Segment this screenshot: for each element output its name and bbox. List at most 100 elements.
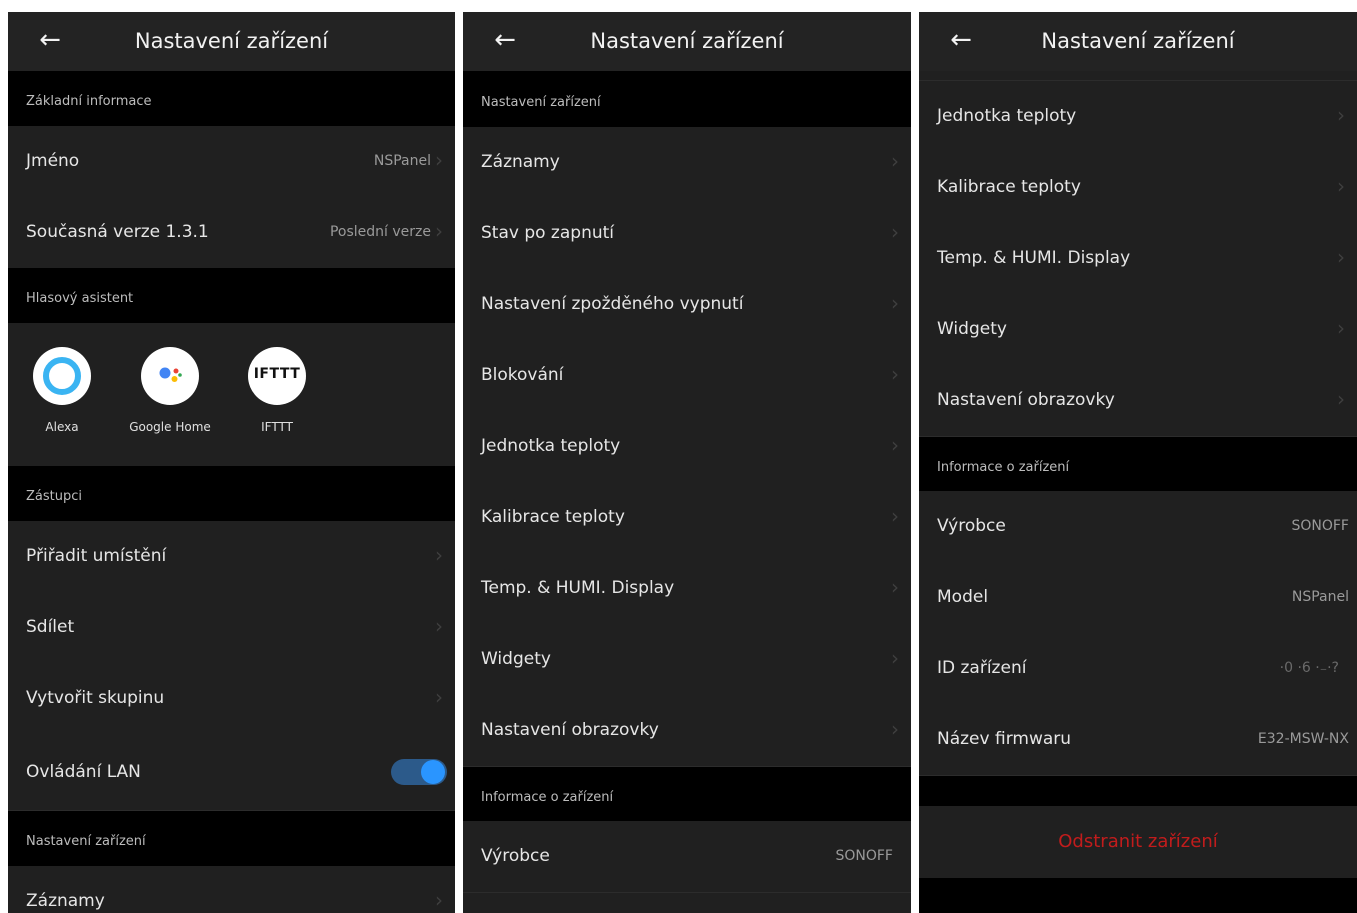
device-id-value: ·0 ·6 ·₋·? — [1279, 660, 1339, 676]
settings-item-label: Nastavení obrazovky — [937, 390, 1115, 410]
lan-control-toggle[interactable] — [391, 759, 447, 785]
delete-device-label: Odstranit zařízení — [1058, 831, 1218, 852]
assistant-name: IFTTT — [261, 420, 293, 434]
chevron-right-icon: › — [1337, 245, 1345, 269]
row-share[interactable]: Sdílet › — [8, 592, 455, 664]
section-title: Nastavení zařízení — [26, 834, 146, 849]
settings-item-label: Jednotka teploty — [481, 436, 621, 456]
row-records[interactable]: Záznamy › — [8, 866, 455, 913]
chevron-right-icon: › — [435, 888, 443, 912]
alexa-icon — [33, 347, 91, 405]
row-temperature-calibration[interactable]: Kalibrace teploty › — [463, 482, 911, 554]
name-value: NSPanel — [373, 153, 431, 169]
settings-item-label: Nastavení obrazovky — [481, 720, 659, 740]
info-label: Název firmwaru — [937, 729, 1072, 749]
settings-item-label: Kalibrace teploty — [481, 507, 625, 527]
settings-item-label: Záznamy — [481, 152, 560, 172]
row-widgets[interactable]: Widgety › — [463, 624, 911, 696]
info-label: Výrobce — [937, 516, 1006, 536]
app-bar: ← Nastavení zařízení — [463, 12, 911, 71]
info-value: SONOFF — [1291, 518, 1349, 534]
chevron-right-icon: › — [891, 646, 899, 670]
chevron-right-icon: › — [891, 149, 899, 173]
settings-item-label: Widgety — [481, 649, 551, 669]
chevron-right-icon: › — [435, 219, 443, 243]
page-title: Nastavení zařízení — [590, 29, 784, 53]
chevron-right-icon: › — [891, 575, 899, 599]
row-temperature-calibration[interactable]: Kalibrace teploty › — [919, 152, 1357, 224]
page-title: Nastavení zařízení — [134, 29, 329, 53]
row-firmware-name: Název firmwaru E32-MSW-NX — [919, 704, 1357, 776]
chevron-right-icon: › — [891, 433, 899, 457]
settings-item-label: Temp. & HUMI. Display — [481, 578, 675, 598]
bottom-spacer — [919, 878, 1357, 913]
section-header-device-info: Informace o zařízení — [463, 767, 911, 821]
row-device-id: ID zařízení ·0 ·6 ·₋·? — [919, 633, 1357, 705]
share-label: Sdílet — [26, 617, 75, 637]
settings-item-label: Jednotka teploty — [937, 106, 1077, 126]
settings-panel-1: ← Nastavení zařízení Základní informace … — [8, 12, 455, 913]
manufacturer-label: Výrobce — [481, 846, 550, 866]
section-title: Informace o zařízení — [937, 460, 1070, 475]
row-temperature-unit[interactable]: Jednotka teploty › — [919, 81, 1357, 153]
settings-item-label: Kalibrace teploty — [937, 177, 1081, 197]
row-name[interactable]: Jméno NSPanel › — [8, 126, 455, 198]
name-label: Jméno — [26, 151, 80, 171]
assistant-name: Alexa — [45, 420, 79, 434]
create-group-label: Vytvořit skupinu — [26, 688, 165, 708]
chevron-right-icon: › — [891, 717, 899, 741]
spacer — [919, 776, 1357, 806]
settings-item-label: Stav po zapnutí — [481, 223, 615, 243]
assign-location-label: Přiřadit umístění — [26, 546, 167, 566]
row-delayed-off[interactable]: Nastavení zpožděného vypnutí › — [463, 269, 911, 341]
row-temp-humi-display[interactable]: Temp. & HUMI. Display › — [919, 223, 1357, 295]
row-records[interactable]: Záznamy › — [463, 127, 911, 199]
chevron-right-icon: › — [435, 148, 443, 172]
chevron-right-icon: › — [435, 685, 443, 709]
settings-panel-2: ← Nastavení zařízení Nastavení zařízení … — [463, 12, 911, 913]
section-title: Zástupci — [26, 489, 82, 504]
settings-item-label: Widgety — [937, 319, 1007, 339]
app-bar: ← Nastavení zařízení — [8, 12, 455, 71]
voice-assistant-list: Alexa Google Home IFTTT IFTTT — [8, 323, 455, 466]
row-assign-location[interactable]: Přiřadit umístění › — [8, 521, 455, 593]
chevron-right-icon: › — [891, 362, 899, 386]
row-power-on-state[interactable]: Stav po zapnutí › — [463, 198, 911, 270]
chevron-right-icon: › — [891, 291, 899, 315]
section-title: Hlasový asistent — [26, 291, 134, 306]
section-header-device-settings: Nastavení zařízení — [8, 811, 455, 866]
row-model: Model NSPanel — [919, 562, 1357, 634]
assistant-google-home[interactable]: Google Home — [115, 347, 225, 435]
assistant-ifttt[interactable]: IFTTT IFTTT — [222, 347, 332, 435]
assistant-alexa[interactable]: Alexa — [8, 347, 117, 435]
row-screen-settings[interactable]: Nastavení obrazovky › — [919, 365, 1357, 437]
settings-item-label: Blokování — [481, 365, 564, 385]
row-manufacturer: Výrobce SONOFF — [463, 821, 911, 893]
ifttt-icon: IFTTT — [248, 347, 306, 405]
row-current-version[interactable]: Současná verze 1.3.1 Poslední verze › — [8, 197, 455, 269]
info-value: NSPanel — [1291, 589, 1349, 605]
scroll-edge — [919, 71, 1357, 81]
settings-panel-3: ← Nastavení zařízení Jednotka teploty › … — [919, 12, 1357, 913]
chevron-right-icon: › — [1337, 316, 1345, 340]
version-label: Současná verze 1.3.1 — [26, 222, 209, 242]
info-value: E32-MSW-NX — [1257, 731, 1349, 747]
section-title: Základní informace — [26, 94, 152, 109]
info-label: ID zařízení — [937, 658, 1027, 678]
chevron-right-icon: › — [891, 220, 899, 244]
assistant-name: Google Home — [129, 420, 211, 434]
row-lock[interactable]: Blokování › — [463, 340, 911, 412]
row-create-group[interactable]: Vytvořit skupinu › — [8, 663, 455, 735]
row-temperature-unit[interactable]: Jednotka teploty › — [463, 411, 911, 483]
row-temp-humi-display[interactable]: Temp. & HUMI. Display › — [463, 553, 911, 625]
row-screen-settings[interactable]: Nastavení obrazovky › — [463, 695, 911, 767]
row-manufacturer: Výrobce SONOFF — [919, 491, 1357, 563]
delete-device-button[interactable]: Odstranit zařízení — [919, 806, 1357, 878]
page-title: Nastavení zařízení — [1041, 29, 1235, 53]
app-bar: ← Nastavení zařízení — [919, 12, 1357, 71]
chevron-right-icon: › — [891, 504, 899, 528]
lan-control-label: Ovládání LAN — [26, 762, 141, 782]
chevron-right-icon: › — [435, 543, 443, 567]
section-header-basic-info: Základní informace — [8, 71, 455, 126]
row-widgets[interactable]: Widgety › — [919, 294, 1357, 366]
